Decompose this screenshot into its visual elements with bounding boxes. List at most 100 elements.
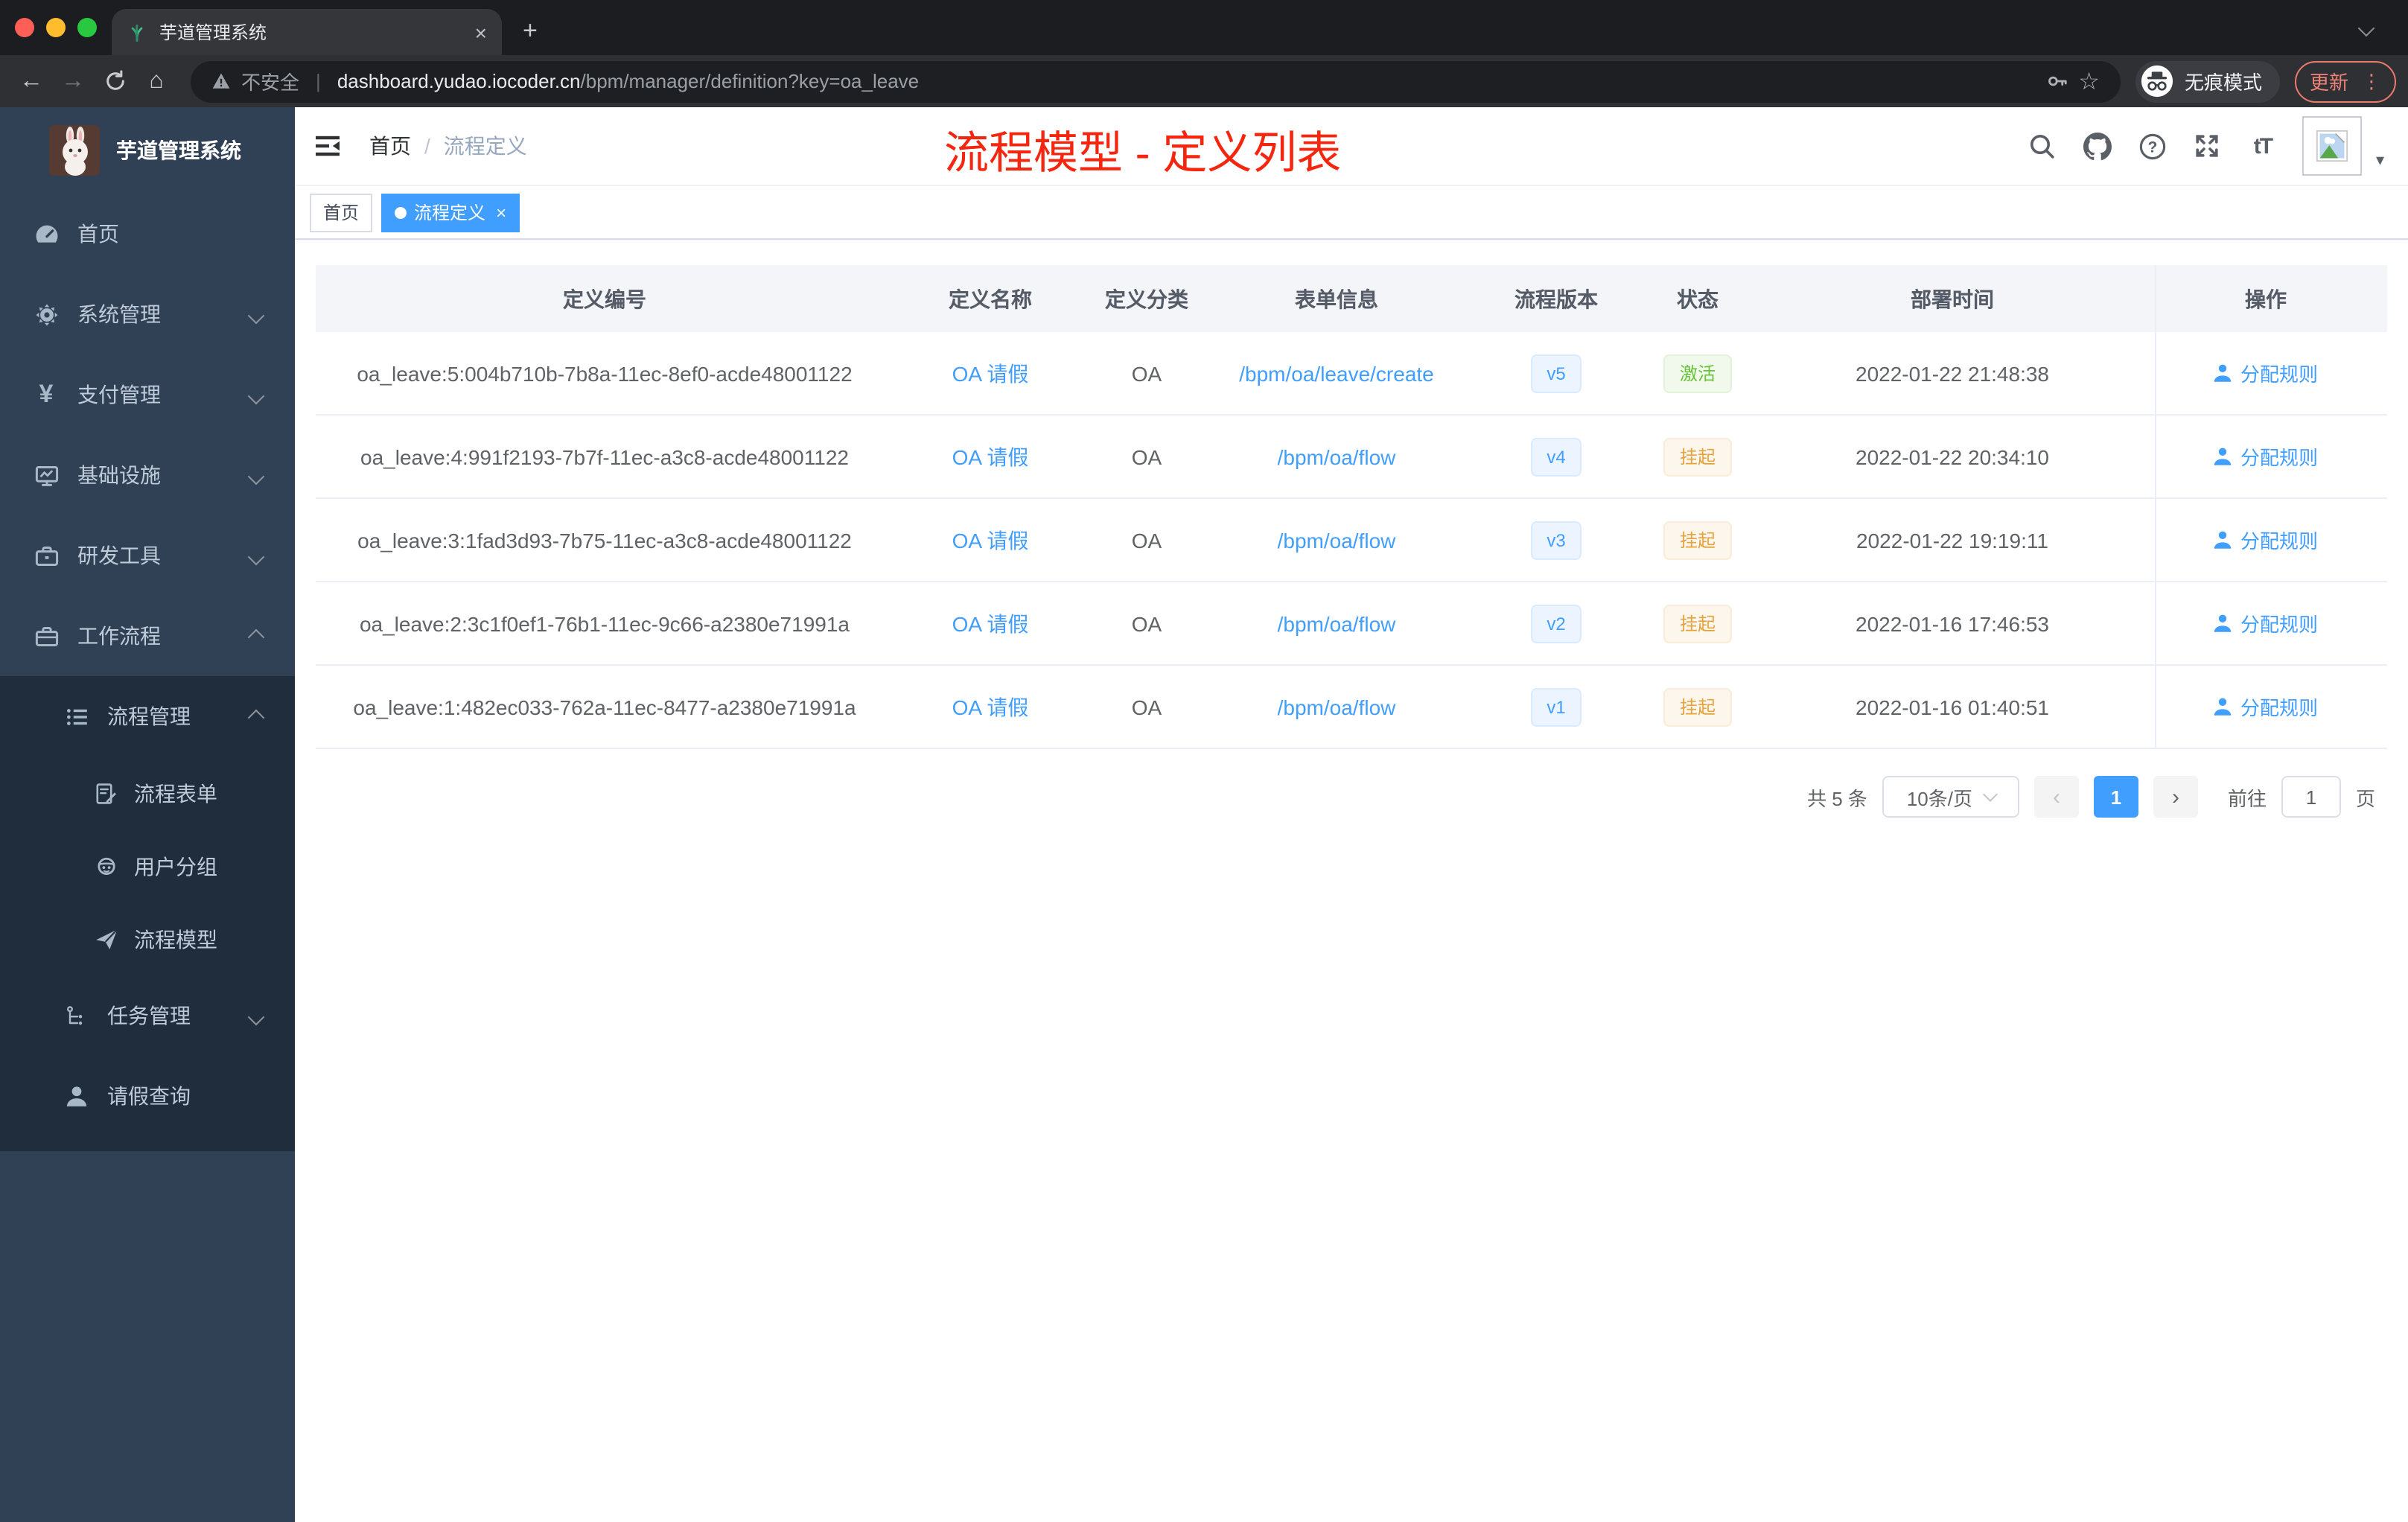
avatar-caret-icon[interactable]: ▾: [2376, 150, 2384, 169]
app-navbar: 首页 / 流程定义 流程模型 - 定义列表 ? tT ▾: [295, 107, 2408, 186]
assign-rule-link[interactable]: 分配规则: [2240, 442, 2318, 471]
table-row: oa_leave:4:991f2193-7b7f-11ec-a3c8-acde4…: [316, 415, 2387, 499]
tags-view-bar: 首页 流程定义 ×: [295, 186, 2408, 240]
definition-category: OA: [1131, 528, 1162, 552]
url-path: /bpm/manager/definition?key=oa_leave: [580, 70, 920, 92]
pagination-total: 共 5 条: [1807, 787, 1867, 809]
window-minimize-button[interactable]: [46, 18, 66, 37]
help-icon[interactable]: ?: [2138, 131, 2167, 161]
url-host: dashboard.yudao.iocoder.cn: [337, 70, 581, 92]
deploy-time: 2022-01-22 19:19:11: [1856, 528, 2048, 552]
browser-update-button[interactable]: 更新 ⋮: [2294, 60, 2396, 102]
sidebar-item-label: 基础设施: [77, 463, 161, 487]
forward-button[interactable]: →: [54, 62, 92, 101]
reload-button[interactable]: [95, 62, 134, 101]
sidebar-item-leave-query[interactable]: 请假查询: [0, 1056, 295, 1136]
app-root: 芋道管理系统 首页 系统管理 ¥ 支付管理 基础设施 研发工具 工作流程 流程管…: [0, 107, 2408, 1522]
url-text[interactable]: dashboard.yudao.iocoder.cn/bpm/manager/d…: [337, 70, 919, 92]
home-button[interactable]: ⌂: [137, 62, 176, 101]
browser-tab[interactable]: 芋道管理系统 ×: [112, 9, 502, 55]
sidebar-item-process-model[interactable]: 流程模型: [0, 902, 295, 975]
column-header: 表单信息: [1295, 287, 1378, 311]
form-edit-icon: [92, 780, 119, 806]
chevron-down-icon: [247, 463, 265, 487]
row-actions: 分配规则: [2155, 666, 2375, 748]
sidebar-item-devtools[interactable]: 研发工具: [0, 515, 295, 596]
window-zoom-button[interactable]: [77, 18, 97, 37]
definition-name-link[interactable]: OA 请假: [952, 528, 1029, 552]
window-close-button[interactable]: [15, 18, 34, 37]
sidebar-item-process-form[interactable]: 流程表单: [0, 757, 295, 830]
security-label[interactable]: 不安全: [241, 67, 299, 95]
form-link[interactable]: /bpm/oa/flow: [1278, 528, 1396, 552]
next-page-button[interactable]: ›: [2153, 776, 2198, 818]
assign-rule-link[interactable]: 分配规则: [2240, 692, 2318, 721]
breadcrumb-home[interactable]: 首页: [369, 131, 411, 161]
tag-home[interactable]: 首页: [310, 193, 373, 232]
page-size-select[interactable]: 10条/页: [1882, 776, 2019, 818]
sidebar-item-label: 流程表单: [134, 781, 217, 805]
definition-name-link[interactable]: OA 请假: [952, 611, 1029, 635]
sidebar-item-process-management[interactable]: 流程管理: [0, 676, 295, 757]
sidebar-logo[interactable]: 芋道管理系统: [0, 107, 295, 188]
browser-menu-kebab-icon[interactable]: ⋮: [2362, 69, 2381, 93]
sidebar-item-workflow[interactable]: 工作流程: [0, 596, 295, 676]
dashboard-icon: [33, 220, 60, 247]
sidebar-item-home[interactable]: 首页: [0, 194, 295, 274]
tag-close-icon[interactable]: ×: [496, 203, 506, 221]
user-icon: [63, 1083, 89, 1109]
tab-search-caret-icon[interactable]: [2357, 15, 2375, 37]
address-bar[interactable]: 不安全 | dashboard.yudao.iocoder.cn/bpm/man…: [191, 60, 2121, 102]
sidebar-item-task-management[interactable]: 任务管理: [0, 975, 295, 1056]
avatar[interactable]: [2302, 116, 2363, 176]
form-link[interactable]: /bpm/oa/flow: [1278, 611, 1396, 635]
assign-rule-link[interactable]: 分配规则: [2240, 526, 2318, 554]
github-icon[interactable]: [2083, 131, 2112, 161]
form-link[interactable]: /bpm/oa/flow: [1278, 695, 1396, 719]
page-content: 定义编号 定义名称 定义分类 表单信息 流程版本 状态 部署时间 操作 oa_l…: [295, 240, 2408, 818]
bookmark-star-icon[interactable]: ☆: [2078, 66, 2100, 96]
definition-name-link[interactable]: OA 请假: [952, 361, 1029, 385]
new-tab-button[interactable]: +: [523, 16, 538, 46]
sidebar-item-payment[interactable]: ¥ 支付管理: [0, 354, 295, 435]
sidebar-item-label: 用户分组: [134, 854, 217, 878]
password-key-icon[interactable]: [2045, 70, 2068, 92]
update-label[interactable]: 更新: [2310, 67, 2348, 95]
tag-label: 首页: [323, 203, 360, 223]
sidebar-item-label: 流程管理: [107, 704, 191, 728]
goto-page-input[interactable]: 1: [2281, 776, 2341, 818]
version-badge: v1: [1530, 687, 1582, 726]
table-row: oa_leave:1:482ec033-762a-11ec-8477-a2380…: [316, 666, 2387, 749]
current-page-button[interactable]: 1: [2093, 776, 2138, 818]
sidebar-item-infra[interactable]: 基础设施: [0, 435, 295, 515]
deploy-time: 2022-01-16 17:46:53: [1856, 611, 2049, 635]
tab-title: 芋道管理系统: [159, 22, 267, 43]
assign-user-icon: [2214, 531, 2232, 549]
sidebar-toggle-icon[interactable]: [313, 131, 343, 161]
form-link[interactable]: /bpm/oa/flow: [1278, 445, 1396, 468]
definition-name-link[interactable]: OA 请假: [952, 695, 1029, 719]
definition-name-link[interactable]: OA 请假: [952, 445, 1029, 468]
assign-rule-link[interactable]: 分配规则: [2240, 359, 2318, 387]
font-size-icon[interactable]: tT: [2248, 131, 2278, 161]
sidebar-item-user-group[interactable]: 用户分组: [0, 830, 295, 902]
assign-rule-link[interactable]: 分配规则: [2240, 609, 2318, 637]
search-icon[interactable]: [2028, 131, 2057, 161]
prev-page-button[interactable]: ‹: [2033, 776, 2079, 818]
row-actions: 分配规则: [2155, 332, 2375, 414]
form-link[interactable]: /bpm/oa/leave/create: [1239, 361, 1434, 385]
chevron-up-icon: [247, 624, 265, 648]
tab-close-icon[interactable]: ×: [475, 22, 487, 42]
sidebar-item-system[interactable]: 系统管理: [0, 274, 295, 354]
sidebar-item-label: 首页: [77, 222, 119, 246]
definition-id: oa_leave:2:3c1f0ef1-76b1-11ec-9c66-a2380…: [359, 611, 850, 635]
sidebar-item-label: 研发工具: [77, 544, 161, 567]
fullscreen-icon[interactable]: [2193, 131, 2223, 161]
back-button[interactable]: ←: [12, 62, 51, 101]
version-badge: v2: [1530, 604, 1582, 643]
browser-toolbar: ← → ⌂ 不安全 | dashboard.yudao.iocoder.cn/b…: [0, 55, 2408, 107]
table-row: oa_leave:5:004b710b-7b8a-11ec-8ef0-acde4…: [316, 332, 2387, 415]
incognito-icon: [2140, 64, 2174, 98]
tag-process-definition[interactable]: 流程定义 ×: [381, 193, 520, 232]
column-header: 部署时间: [1911, 287, 1994, 311]
